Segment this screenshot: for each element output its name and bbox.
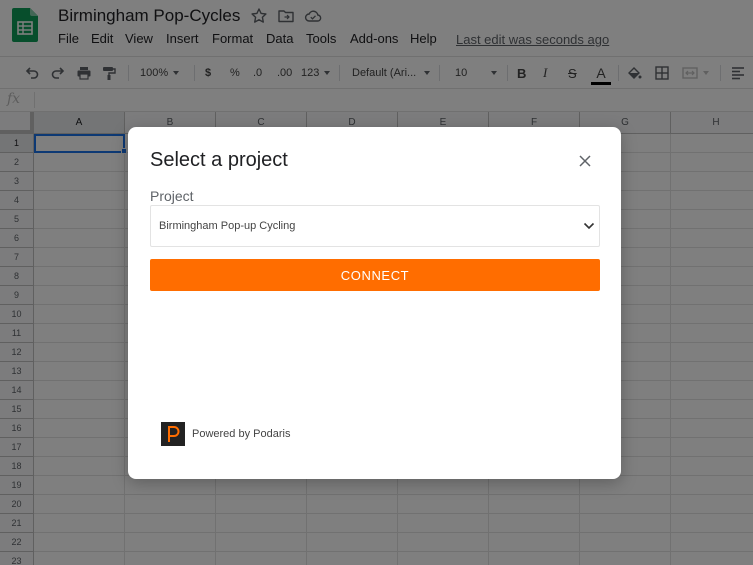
select-project-dialog: Select a project Project Birmingham Pop-…: [128, 127, 621, 479]
connect-button[interactable]: CONNECT: [150, 259, 600, 291]
close-icon[interactable]: [576, 152, 594, 170]
project-select[interactable]: Birmingham Pop-up Cycling: [150, 205, 600, 247]
dialog-title: Select a project: [150, 149, 288, 171]
sheets-app: Birmingham Pop-Cycles File Edit View Ins…: [0, 0, 753, 565]
project-field-label: Project: [150, 188, 194, 204]
podaris-logo-icon: [161, 422, 185, 446]
powered-by-text: Powered by Podaris: [192, 428, 291, 440]
